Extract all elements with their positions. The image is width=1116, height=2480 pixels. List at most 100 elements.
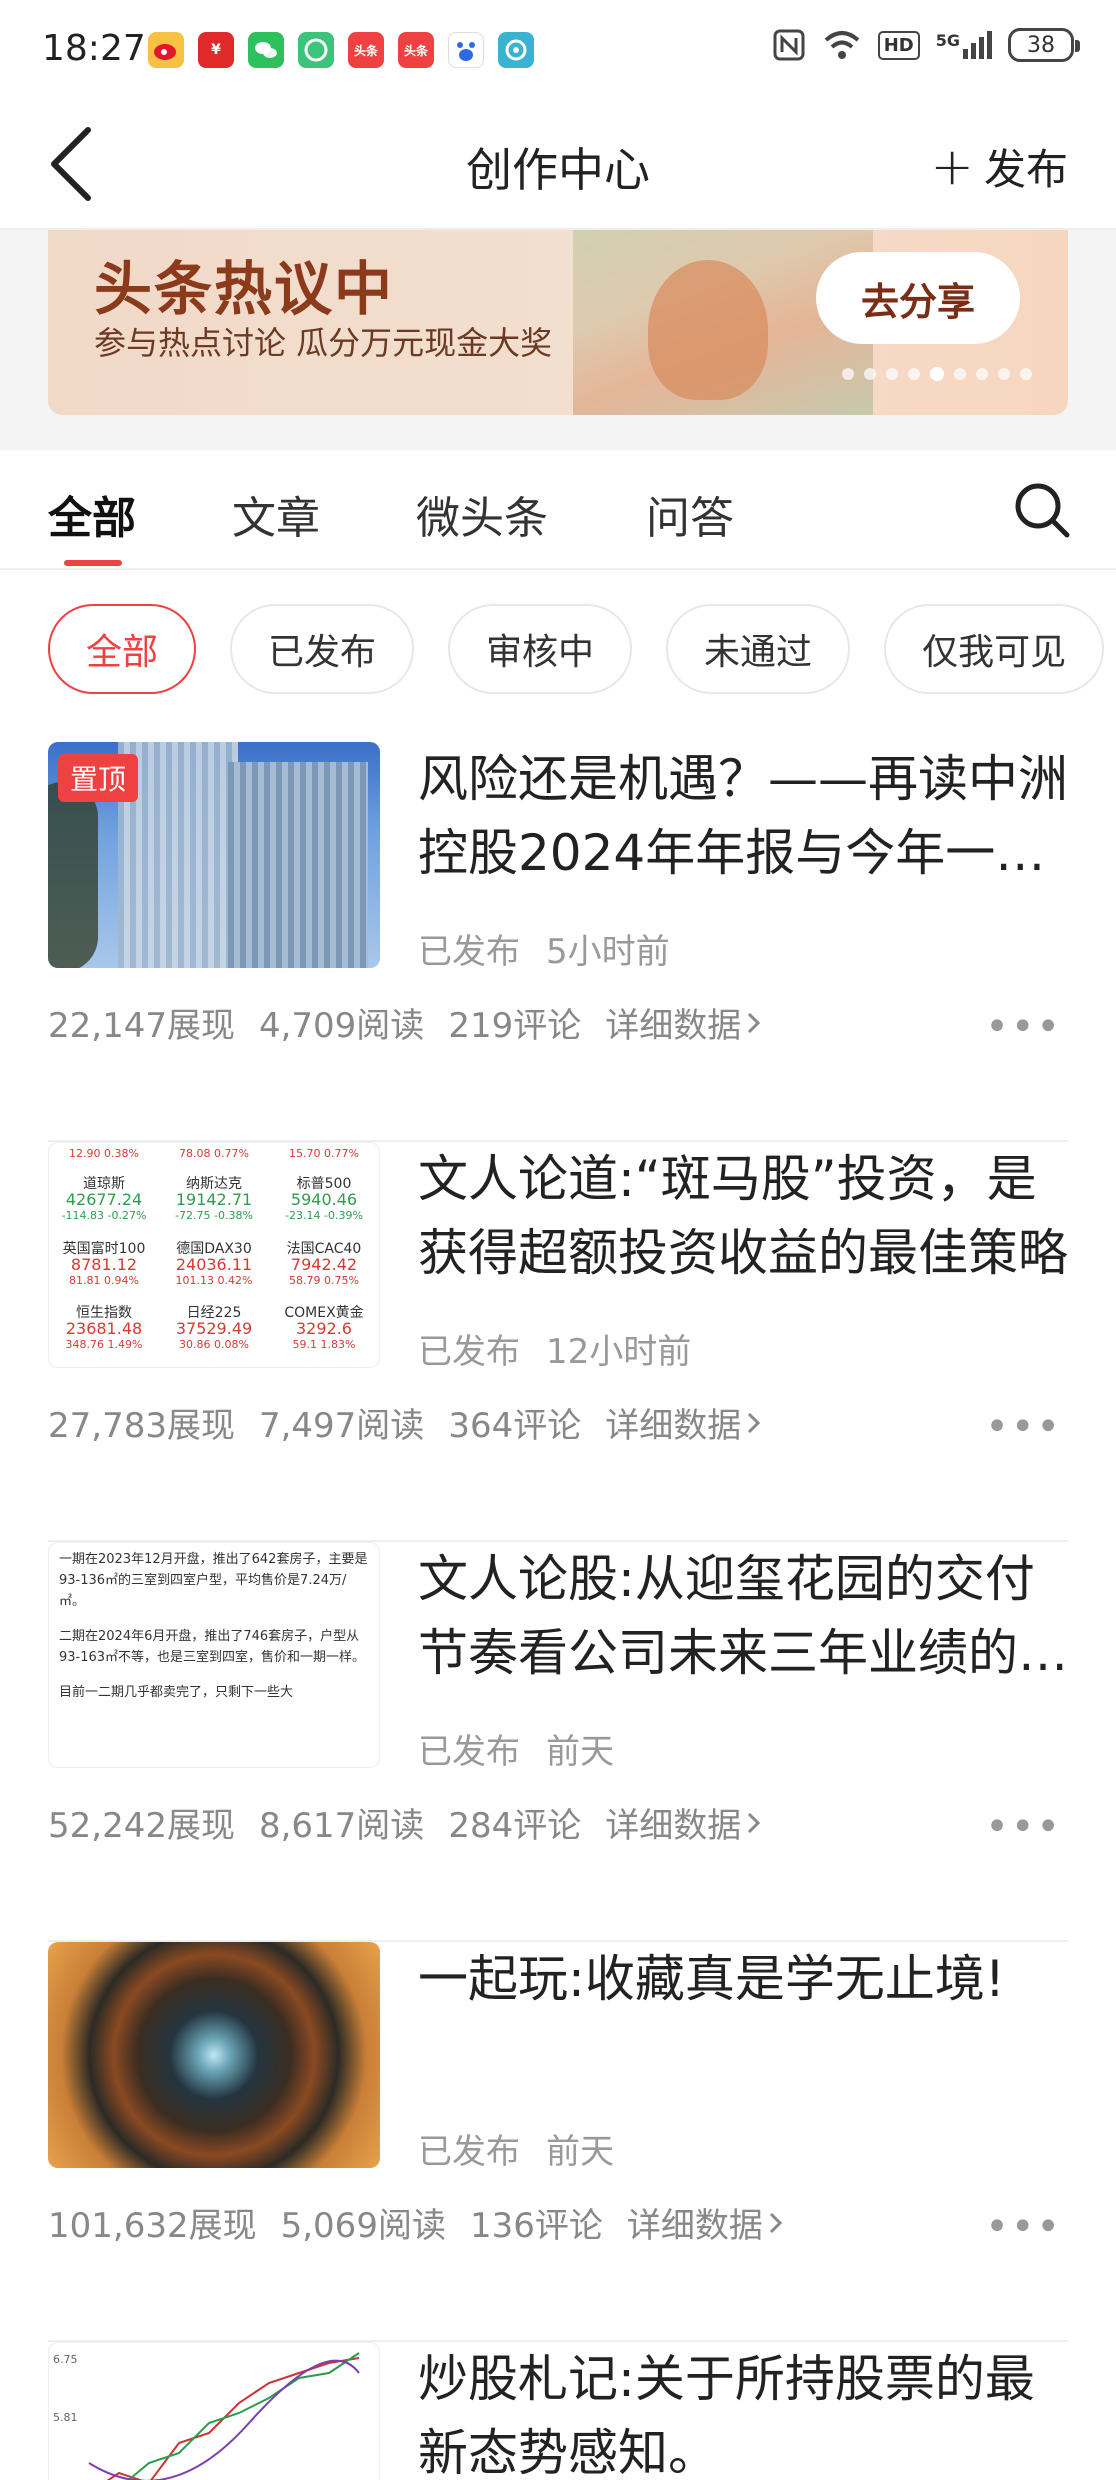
network-label: 5G [935, 31, 960, 50]
views-count: 27,783展现 [48, 1406, 235, 1446]
publish-status: 已发布 [418, 1332, 520, 1372]
share-button[interactable]: 去分享 [816, 252, 1020, 344]
index-cell: 纳斯达克 19142.71 -72.75 -0.38% [159, 1174, 269, 1238]
article-stats: 27,783展现 7,497阅读 364评论 详细数据 [48, 1398, 763, 1447]
battery-icon: 38 [1008, 28, 1080, 62]
publish-status: 已发布 [418, 2132, 520, 2172]
comments-count: 364评论 [448, 1406, 582, 1446]
views-count: 52,242展现 [48, 1806, 235, 1846]
system-status: HD 5G 38 [772, 28, 1080, 62]
article-item[interactable]: 12.90 0.38% 78.08 0.77% 15.70 0.77% 道琼斯 4267… [48, 1142, 1068, 1542]
more-options-button[interactable]: ••• [985, 1404, 1062, 1450]
toutiao-icon: 头条 [398, 32, 434, 68]
detail-label: 详细数据 [626, 2206, 763, 2246]
detail-label: 详细数据 [605, 1806, 742, 1846]
more-options-button[interactable]: ••• [985, 2204, 1062, 2250]
index-value: 42677.24 [65, 1190, 143, 1210]
signal-icon: 5G [936, 31, 992, 59]
article-item[interactable]: 置顶 风险还是机遇？——再读中洲控股2024年年报与今年一季报 已发布5小时前 … [48, 742, 1068, 1142]
pagination-dot [976, 368, 988, 380]
index-change: -23.14 -0.39% [285, 1209, 363, 1223]
nfc-icon [773, 29, 805, 61]
pagination-dot [864, 368, 876, 380]
article-thumbnail: 12.90 0.38% 78.08 0.77% 15.70 0.77% 道琼斯 4267… [48, 1142, 380, 1368]
index-cell: COMEX黄金 3292.6 59.1 1.83% [269, 1303, 379, 1367]
index-top-value: 78.08 0.77% [179, 1147, 249, 1160]
search-button[interactable] [1012, 480, 1072, 540]
more-options-button[interactable]: ••• [985, 1804, 1062, 1850]
article-item[interactable]: 6.75 5.81 炒股札记:关于所持股票的最新态势感知。 [48, 2342, 1068, 2480]
article-item[interactable]: 一起玩:收藏真是学无止境! 已发布 前天 101,632展现 5,069阅读 13… [48, 1942, 1068, 2342]
article-item[interactable]: 一期在2023年12月开盘，推出了642套房子，主要是93-136㎡的三室到四室… [48, 1542, 1068, 1942]
nav-bar: 创作中心 + 发布 [0, 100, 1116, 230]
publish-time: 5小时前 [546, 932, 670, 972]
index-cell: 德国DAX30 24036.11 101.13 0.42% [159, 1239, 269, 1303]
status-bar: 18:27 ¥ 头条 头条 HD 5G 38 [0, 0, 1116, 100]
pagination-dot [908, 368, 920, 380]
reads-count: 4,709阅读 [258, 1006, 425, 1046]
publish-button[interactable]: + 发布 [930, 136, 1068, 197]
index-top-value: 15.70 0.77% [289, 1147, 359, 1160]
index-cell: 标普500 5940.46 -23.14 -0.39% [269, 1174, 379, 1238]
pagination-dot [886, 368, 898, 380]
baidu-icon [448, 32, 484, 68]
filter-all[interactable]: 全部 [48, 604, 197, 694]
tab-micro-posts[interactable]: 微头条 [416, 482, 548, 546]
tab-qa[interactable]: 问答 [646, 482, 734, 546]
article-title[interactable]: 文人论道:“斑马股”投资，是获得超额投资收益的最佳策略 [418, 1142, 1068, 1290]
index-value: 24036.11 [175, 1254, 253, 1274]
pinned-badge: 置顶 [58, 754, 139, 802]
kline-price-label: 6.75 [53, 2353, 78, 2366]
tab-indicator [64, 560, 122, 566]
red-envelope-icon: ¥ [198, 32, 234, 68]
thumbnail-text: 一期在2023年12月开盘，推出了642套房子，主要是93-136㎡的三室到四室… [59, 1552, 368, 1609]
pagination-dot [998, 368, 1010, 380]
publish-time: 前天 [546, 2132, 614, 2172]
filter-private[interactable]: 仅我可见 [884, 604, 1105, 694]
more-options-button[interactable]: ••• [985, 1004, 1062, 1050]
index-change: -72.75 -0.38% [175, 1209, 253, 1223]
index-value: 37529.49 [175, 1318, 253, 1338]
thumbnail-text: 目前一二期几乎都卖完了，只剩下一些大 [59, 1685, 294, 1700]
filter-reviewing[interactable]: 审核中 [448, 604, 633, 694]
reads-count: 8,617阅读 [258, 1806, 425, 1846]
article-stats: 52,242展现 8,617阅读 284评论 详细数据 [48, 1798, 763, 1847]
thumbnail-tree [48, 782, 98, 968]
promo-banner[interactable]: 头条热议中 参与热点讨论 瓜分万元现金大奖 去分享 [48, 230, 1068, 415]
article-title[interactable]: 炒股札记:关于所持股票的最新态势感知。 [418, 2342, 1068, 2480]
article-status: 已发布 前天 [418, 1724, 614, 1773]
detail-data-link[interactable]: 详细数据 [605, 1398, 763, 1447]
filter-rejected[interactable]: 未通过 [666, 604, 851, 694]
views-count: 22,147展现 [48, 1006, 235, 1046]
index-change: 81.81 0.94% [69, 1273, 139, 1287]
index-cell: 法国CAC40 7942.42 58.79 0.75% [269, 1239, 379, 1303]
wechat-icon [248, 32, 284, 68]
publish-label: 发布 [983, 145, 1068, 194]
publish-status: 已发布 [418, 1732, 520, 1772]
search-icon [1015, 483, 1070, 538]
article-stats: 101,632展现 5,069阅读 136评论 详细数据 [48, 2198, 785, 2247]
index-change: 101.13 0.42% [175, 1273, 253, 1287]
banner-title: 头条热议中 [94, 255, 395, 323]
index-change: -114.83 -0.27% [61, 1209, 147, 1223]
message-icon [298, 32, 334, 68]
detail-data-link[interactable]: 详细数据 [605, 998, 763, 1047]
kline-chart [88, 2352, 360, 2480]
pagination-dot [1020, 368, 1032, 380]
kline-price-label: 5.81 [53, 2411, 78, 2424]
article-title[interactable]: 风险还是机遇？——再读中洲控股2024年年报与今年一季报 [418, 742, 1068, 890]
article-title[interactable]: 一起玩:收藏真是学无止境! [418, 1942, 1068, 2016]
article-title[interactable]: 文人论股:从迎玺花园的交付节奏看公司未来三年业绩的走势 [418, 1542, 1068, 1690]
filter-published[interactable]: 已发布 [230, 604, 415, 694]
reads-count: 5,069阅读 [280, 2206, 446, 2246]
plus-icon: + [930, 136, 974, 197]
banner-illustration-shape [648, 260, 768, 400]
tab-articles[interactable]: 文章 [232, 482, 320, 546]
detail-data-link[interactable]: 详细数据 [605, 1798, 763, 1847]
toutiao-icon: 头条 [348, 32, 384, 68]
tab-all[interactable]: 全部 [48, 482, 136, 546]
detail-data-link[interactable]: 详细数据 [627, 2198, 785, 2247]
chevron-right-icon [769, 2212, 782, 2233]
notification-icons: ¥ 头条 头条 [148, 32, 534, 68]
index-cell: 恒生指数 23681.48 348.76 1.49% [49, 1303, 159, 1367]
